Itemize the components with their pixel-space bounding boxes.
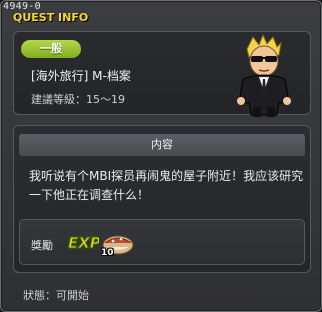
reward-label: 獎勵 bbox=[31, 239, 53, 252]
window-title: QUEST INFO bbox=[13, 11, 89, 24]
reward-panel bbox=[19, 219, 305, 265]
quest-status: 狀態：可開始 bbox=[23, 289, 89, 302]
quest-info-window: 4949-0 QUEST INFO 一般 [海外旅行] M-档案 建議等級：15… bbox=[0, 0, 322, 312]
quest-description: 我听说有个MBI探员再闹鬼的屋子附近！我应该研究一下他正在调查什么！ bbox=[29, 169, 304, 202]
quest-category-badge: 一般 bbox=[21, 40, 81, 58]
reward-item-quantity: 10 bbox=[101, 248, 114, 258]
agent-npc-portrait-icon bbox=[237, 33, 291, 117]
quest-name: [海外旅行] M-档案 bbox=[31, 69, 131, 83]
recommended-level: 建議等級：15～19 bbox=[31, 93, 125, 106]
exp-icon: EXP bbox=[68, 234, 100, 252]
exp-icon-label: EXP bbox=[68, 234, 99, 251]
content-section-header: 内容 bbox=[19, 134, 305, 156]
